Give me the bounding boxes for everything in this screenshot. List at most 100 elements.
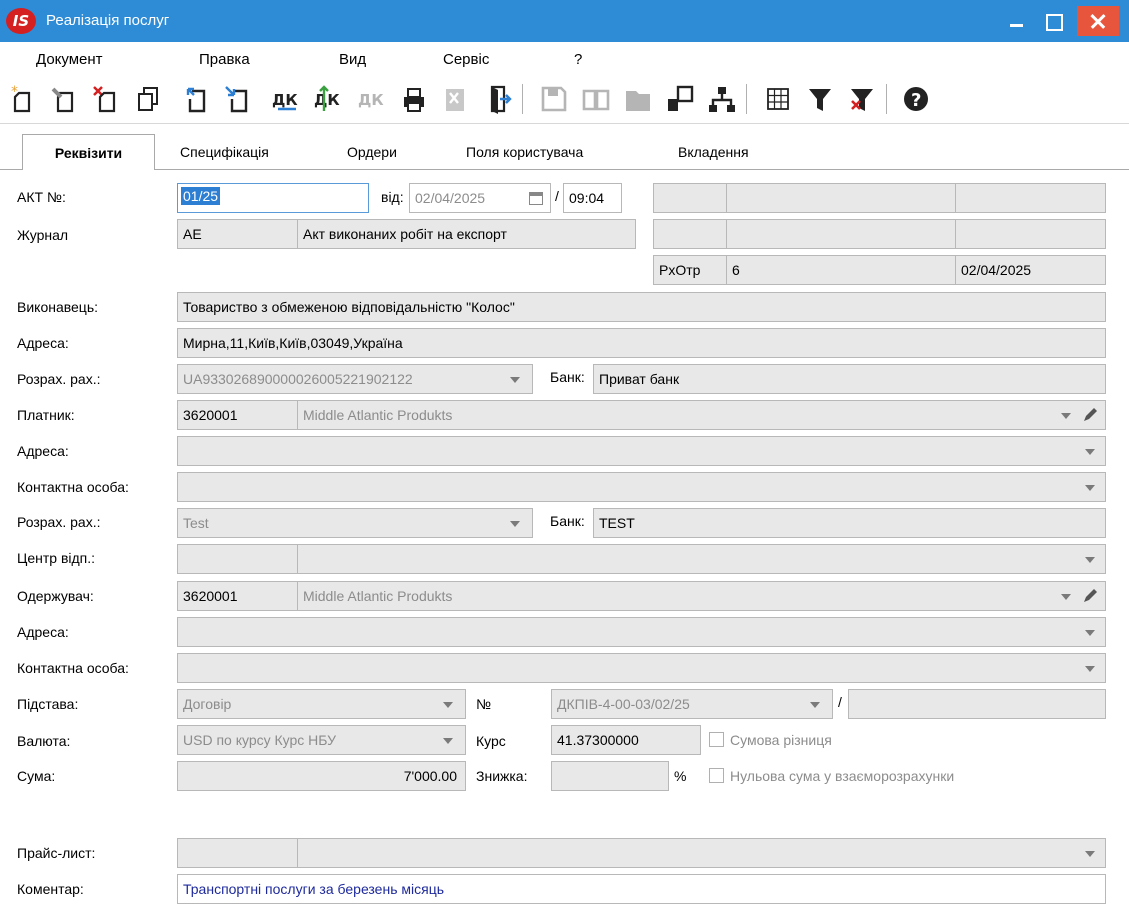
payer-address-select[interactable] — [177, 436, 1106, 466]
currency-select[interactable]: USD по курсу Курс НБУ — [177, 725, 466, 755]
filter-icon[interactable] — [804, 83, 836, 115]
basis-number-select[interactable]: ДКПІВ-4-00-03/02/25 — [551, 689, 833, 719]
chevron-down-icon[interactable] — [443, 738, 453, 744]
exit-icon[interactable] — [482, 83, 514, 115]
time-separator: / — [555, 188, 559, 204]
minimize-button[interactable] — [1000, 6, 1036, 36]
executor-address-field: Мирна,11,Київ,Київ,03049,Україна — [177, 328, 1106, 358]
executor-account-select[interactable]: UA933026890000026005221902122 — [177, 364, 533, 394]
rxotr-label: РхОтр — [653, 255, 727, 285]
sum-label: Сума: — [17, 768, 56, 784]
print-icon[interactable] — [398, 83, 430, 115]
grid-view-icon[interactable] — [762, 83, 794, 115]
payer-account-select[interactable]: Test — [177, 508, 533, 538]
responsibility-center-label: Центр відп.: — [17, 550, 96, 566]
new-document-icon[interactable]: * — [10, 83, 42, 115]
import-document-icon[interactable] — [180, 83, 212, 115]
menu-help[interactable]: ? — [574, 51, 582, 68]
responsibility-center-select[interactable] — [297, 544, 1106, 574]
menu-service[interactable]: Сервіс — [443, 51, 489, 68]
save-disabled-icon — [538, 83, 570, 115]
chevron-down-icon[interactable] — [1061, 413, 1071, 419]
tab-specification[interactable]: Специфікація — [180, 144, 269, 160]
rate-label: Курс — [476, 733, 506, 749]
journal-label: Журнал — [17, 227, 69, 243]
payer-code-field: 3620001 — [177, 400, 298, 430]
responsibility-center-code — [177, 544, 298, 574]
pencil-icon[interactable] — [1082, 407, 1098, 423]
receiver-code-field: 3620001 — [177, 581, 298, 611]
tab-user-fields[interactable]: Поля користувача — [466, 144, 583, 160]
payer-bank-label: Банк: — [550, 513, 585, 529]
toolbar-separator — [886, 84, 887, 114]
export-document-icon[interactable] — [222, 83, 254, 115]
extra-field-2c — [955, 219, 1106, 249]
chevron-down-icon[interactable] — [1085, 630, 1095, 636]
executor-label: Виконавець: — [17, 299, 99, 315]
basis-select[interactable]: Договір — [177, 689, 466, 719]
extra-field-1c — [955, 183, 1106, 213]
tab-orders[interactable]: Ордери — [347, 144, 397, 160]
clear-filter-icon[interactable] — [846, 83, 878, 115]
chevron-down-icon[interactable] — [1085, 666, 1095, 672]
payer-contact-select[interactable] — [177, 472, 1106, 502]
chevron-down-icon[interactable] — [510, 521, 520, 527]
comment-input[interactable]: Транспортні послуги за березень місяць — [177, 874, 1106, 904]
menu-bar: Документ Правка Вид Сервіс ? — [0, 42, 1129, 74]
chevron-down-icon[interactable] — [1085, 557, 1095, 563]
time-input[interactable]: 09:04 — [563, 183, 622, 213]
rxotr-date-field: 02/04/2025 — [955, 255, 1106, 285]
executor-account-label: Розрах. рах.: — [17, 371, 101, 387]
executor-bank-field: Приват банк — [593, 364, 1106, 394]
toolbar: * ДК ДК ДК ? — [0, 74, 1129, 124]
price-list-label: Прайс-лист: — [17, 845, 96, 861]
tab-requisites[interactable]: Реквізити — [22, 134, 155, 170]
debit-credit-up-icon[interactable]: ДК — [312, 83, 344, 115]
menu-edit[interactable]: Правка — [199, 51, 250, 68]
receiver-address-select[interactable] — [177, 617, 1106, 647]
delete-document-icon[interactable] — [92, 83, 124, 115]
executor-bank-label: Банк: — [550, 369, 585, 385]
act-number-input[interactable]: 01/25 — [177, 183, 369, 213]
maximize-button[interactable] — [1036, 6, 1072, 36]
basis-extra-field[interactable] — [848, 689, 1106, 719]
menu-document[interactable]: Документ — [36, 51, 103, 68]
zero-sum-checkbox[interactable] — [709, 768, 724, 783]
pencil-icon[interactable] — [1082, 588, 1098, 604]
chevron-down-icon[interactable] — [810, 702, 820, 708]
receiver-contact-select[interactable] — [177, 653, 1106, 683]
chevron-down-icon[interactable] — [1085, 449, 1095, 455]
discount-field[interactable] — [551, 761, 669, 791]
svg-text:ДК: ДК — [314, 91, 340, 109]
comment-label: Коментар: — [17, 881, 84, 897]
payer-bank-field: TEST — [593, 508, 1106, 538]
edit-document-icon[interactable] — [50, 83, 82, 115]
chevron-down-icon[interactable] — [1085, 851, 1095, 857]
chevron-down-icon[interactable] — [443, 702, 453, 708]
requisites-form: АКТ №: 01/25 від: 02/04/2025 / 09:04 Жур… — [0, 170, 1129, 920]
journal-code-field: АЕ — [177, 219, 298, 249]
chevron-down-icon[interactable] — [1061, 594, 1071, 600]
chevron-down-icon[interactable] — [510, 377, 520, 383]
app-logo-icon: IS — [6, 8, 36, 34]
menu-view[interactable]: Вид — [339, 51, 366, 68]
extra-field-1a — [653, 183, 727, 213]
tab-attachments[interactable]: Вкладення — [678, 144, 749, 160]
hierarchy-icon[interactable] — [706, 83, 738, 115]
close-button[interactable] — [1077, 6, 1119, 36]
receiver-name-select[interactable]: Middle Atlantic Produkts — [297, 581, 1106, 611]
sum-difference-checkbox[interactable] — [709, 732, 724, 747]
copy-document-icon[interactable] — [133, 83, 165, 115]
debit-credit-down-icon[interactable]: ДК — [270, 83, 302, 115]
extra-field-2a — [653, 219, 727, 249]
chevron-down-icon[interactable] — [1085, 485, 1095, 491]
toolbar-separator — [746, 84, 747, 114]
svg-text:ДК: ДК — [272, 91, 298, 109]
price-list-select[interactable] — [297, 838, 1106, 868]
payer-name-select[interactable]: Middle Atlantic Produkts — [297, 400, 1106, 430]
sum-difference-label: Сумова різниця — [730, 732, 832, 748]
help-icon[interactable]: ? — [900, 83, 932, 115]
receiver-address-label: Адреса: — [17, 624, 69, 640]
calendar-icon[interactable] — [529, 192, 543, 205]
link-documents-icon[interactable] — [664, 83, 696, 115]
